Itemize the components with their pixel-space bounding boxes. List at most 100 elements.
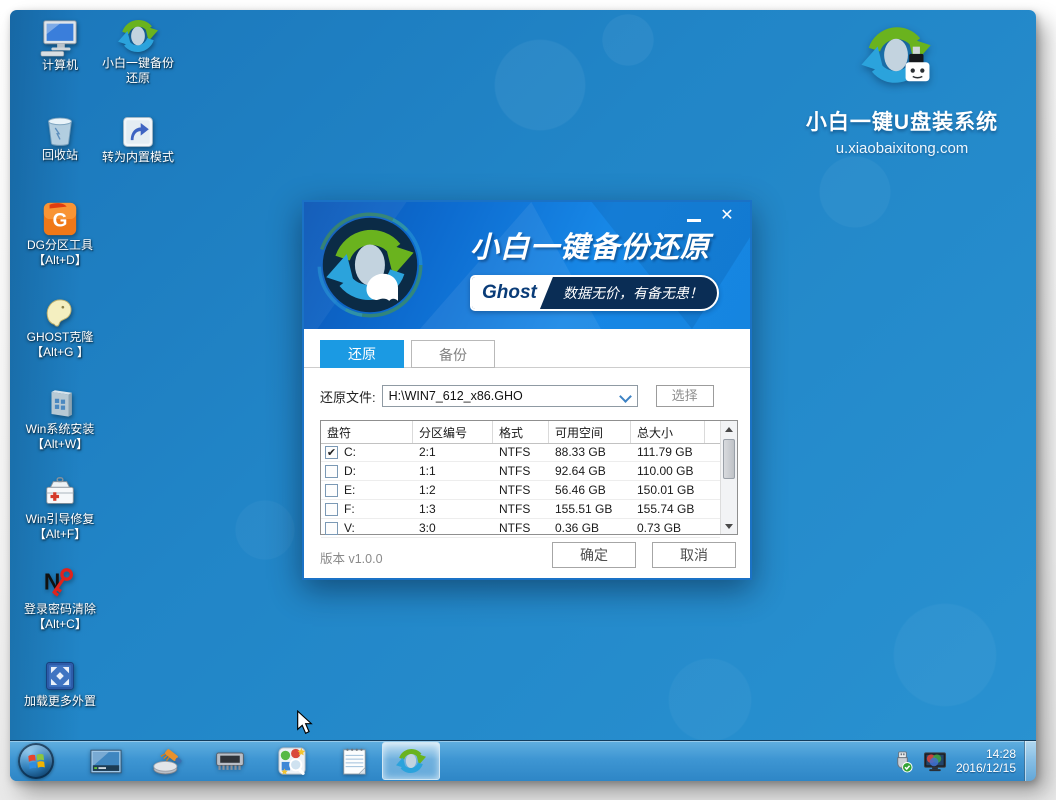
expand-arrows-icon bbox=[42, 652, 78, 694]
desktop-icon-label2: 【Alt+F】 bbox=[34, 527, 86, 542]
desktop-icon-label: 回收站 bbox=[42, 148, 78, 163]
usb-system-logo-icon bbox=[780, 18, 1024, 104]
restore-file-combobox[interactable]: H:\WIN7_612_x86.GHO bbox=[382, 385, 638, 407]
dg-partition-icon: G bbox=[41, 196, 79, 238]
tab-restore[interactable]: 还原 bbox=[320, 340, 404, 368]
brand-url: u.xiaobaixitong.com bbox=[780, 140, 1024, 157]
table-row[interactable]: D: 1:1 NTFS 92.64 GB 110.00 GB bbox=[321, 462, 720, 481]
desktop-icon-label2: 【Alt+C】 bbox=[33, 617, 87, 632]
desktop-icon-label2: 还原 bbox=[126, 71, 150, 86]
disk-cleanup-icon[interactable] bbox=[152, 745, 184, 777]
backup-restore-icon bbox=[118, 14, 158, 56]
table-scrollbar[interactable] bbox=[720, 421, 737, 534]
desktop-icon-label: 转为内置模式 bbox=[102, 150, 174, 165]
desktop-icon-win-boot-repair[interactable]: Win引导修复 【Alt+F】 bbox=[12, 470, 108, 542]
col-header-filler bbox=[705, 421, 720, 443]
row-checkbox[interactable]: ✔ bbox=[325, 446, 338, 459]
select-file-button[interactable]: 选择 bbox=[656, 385, 714, 407]
scroll-up-icon[interactable] bbox=[721, 421, 737, 437]
toolbox-icon bbox=[41, 470, 79, 512]
desktop-icon-load-more[interactable]: 加载更多外置 bbox=[12, 652, 108, 709]
row-checkbox[interactable] bbox=[325, 484, 338, 497]
chevron-down-icon[interactable] bbox=[619, 390, 632, 403]
svg-text:G: G bbox=[53, 211, 68, 232]
clock-date: 2016/12/15 bbox=[956, 761, 1016, 775]
table-row[interactable]: V: 3:0 NTFS 0.36 GB 0.73 GB bbox=[321, 519, 720, 538]
col-header-total: 总大小 bbox=[631, 421, 705, 443]
desktop-icon-internal-mode[interactable]: 转为内置模式 bbox=[90, 108, 186, 165]
ghost-badge: Ghost 数据无价，有备无患！ bbox=[470, 275, 719, 311]
start-button[interactable] bbox=[18, 743, 54, 779]
restore-file-row: 还原文件: H:\WIN7_612_x86.GHO 选择 bbox=[320, 384, 738, 408]
row-checkbox[interactable] bbox=[325, 503, 338, 516]
desktop-icon-label: Win引导修复 bbox=[26, 512, 95, 527]
ghost-badge-slogan: 数据无价，有备无患！ bbox=[553, 277, 717, 309]
restore-file-value: H:\WIN7_612_x86.GHO bbox=[389, 389, 523, 403]
col-header-free: 可用空间 bbox=[549, 421, 631, 443]
close-icon[interactable]: ✕ bbox=[716, 206, 738, 226]
backup-restore-window: 小白一键备份还原 Ghost 数据无价，有备无患！ ✕ 还原 备份 还原文件: … bbox=[302, 200, 752, 580]
table-row[interactable]: E: 1:2 NTFS 56.46 GB 150.01 GB bbox=[321, 481, 720, 500]
taskbar-clock: 14:28 2016/12/15 bbox=[956, 747, 1016, 775]
computer-icon bbox=[39, 16, 81, 58]
row-checkbox[interactable] bbox=[325, 522, 338, 535]
desktop-icon-ghost-clone[interactable]: GHOST克隆 【Alt+G 】 bbox=[12, 288, 108, 360]
desktop-icon-label2: 【Alt+W】 bbox=[32, 437, 88, 452]
show-desktop-button[interactable] bbox=[1024, 741, 1036, 781]
window-title: 小白一键备份还原 bbox=[470, 224, 710, 266]
desktop-icon-label: 加载更多外置 bbox=[24, 694, 96, 709]
cancel-button[interactable]: 取消 bbox=[652, 542, 736, 568]
taskbar-active-app-backup-restore[interactable] bbox=[382, 742, 440, 780]
table-header: 盘符 分区编号 格式 可用空间 总大小 bbox=[321, 421, 720, 444]
ok-button[interactable]: 确定 bbox=[552, 542, 636, 568]
partition-table: 盘符 分区编号 格式 可用空间 总大小 ✔C: 2:1 NTFS 88.33 G… bbox=[320, 420, 738, 535]
desktop-icon-dg-partition-tool[interactable]: G DG分区工具 【Alt+D】 bbox=[12, 196, 108, 268]
desktop-icon-label: 登录密码清除 bbox=[24, 602, 96, 617]
scrollbar-thumb[interactable] bbox=[723, 439, 735, 479]
col-header-format: 格式 bbox=[493, 421, 549, 443]
desktop-icon-label: 计算机 bbox=[42, 58, 78, 73]
nt-key-icon: N bbox=[41, 560, 79, 602]
brand-title: 小白一键U盘装系统 bbox=[780, 106, 1024, 136]
software-box-icon bbox=[43, 380, 77, 422]
desktop-icon-password-clear[interactable]: N 登录密码清除 【Alt+C】 bbox=[12, 560, 108, 632]
version-label: 版本 v1.0.0 bbox=[320, 548, 383, 567]
image-editor-icon[interactable] bbox=[276, 745, 308, 777]
notepad-icon[interactable] bbox=[338, 745, 370, 777]
recycle-bin-icon bbox=[41, 106, 79, 148]
app-logo-icon bbox=[314, 209, 426, 326]
table-row[interactable]: ✔C: 2:1 NTFS 88.33 GB 111.79 GB bbox=[321, 443, 720, 462]
scroll-down-icon[interactable] bbox=[721, 518, 737, 534]
brand-logo: 小白一键U盘装系统 u.xiaobaixitong.com bbox=[780, 18, 1024, 157]
desktop-icon-backup-restore[interactable]: 小白一键备份 还原 bbox=[90, 14, 186, 86]
table-row[interactable]: F: 1:3 NTFS 155.51 GB 155.74 GB bbox=[321, 500, 720, 519]
shortcut-arrow-icon bbox=[120, 108, 156, 150]
tab-backup[interactable]: 备份 bbox=[411, 340, 495, 368]
ghost-badge-brand: Ghost bbox=[472, 277, 553, 309]
desktop-icon-label2: 【Alt+D】 bbox=[33, 253, 87, 268]
taskbar-icons bbox=[90, 745, 370, 777]
desktop-icon-label: 小白一键备份 bbox=[102, 56, 174, 71]
col-header-drive: 盘符 bbox=[321, 421, 413, 443]
backup-restore-icon bbox=[396, 746, 426, 776]
restore-file-label: 还原文件: bbox=[320, 387, 376, 406]
display-settings-icon[interactable] bbox=[922, 750, 948, 773]
desktop-icon-label: Win系统安装 bbox=[26, 422, 95, 437]
minimize-icon[interactable] bbox=[684, 210, 704, 226]
wallpaper-app-icon[interactable] bbox=[90, 745, 122, 777]
ghost-icon bbox=[41, 288, 79, 330]
desktop-icon-label: DG分区工具 bbox=[27, 238, 93, 253]
desktop-icon-win-install[interactable]: Win系统安装 【Alt+W】 bbox=[12, 380, 108, 452]
desktop-icon-label2: 【Alt+G 】 bbox=[31, 345, 89, 360]
screenshot-frame: 计算机 小白一键备份 还原 回收站 bbox=[0, 0, 1056, 800]
table-body: ✔C: 2:1 NTFS 88.33 GB 111.79 GB D: 1:1 N… bbox=[321, 443, 720, 534]
memory-chip-icon[interactable] bbox=[214, 745, 246, 777]
clock-time: 14:28 bbox=[956, 747, 1016, 761]
usb-device-icon[interactable] bbox=[891, 750, 914, 773]
col-header-partition: 分区编号 bbox=[413, 421, 493, 443]
desktop-icon-label: GHOST克隆 bbox=[27, 330, 94, 345]
taskbar: 14:28 2016/12/15 bbox=[10, 740, 1036, 781]
window-banner: 小白一键备份还原 Ghost 数据无价，有备无患！ ✕ bbox=[304, 202, 750, 329]
windows-flag-icon bbox=[27, 752, 46, 771]
row-checkbox[interactable] bbox=[325, 465, 338, 478]
